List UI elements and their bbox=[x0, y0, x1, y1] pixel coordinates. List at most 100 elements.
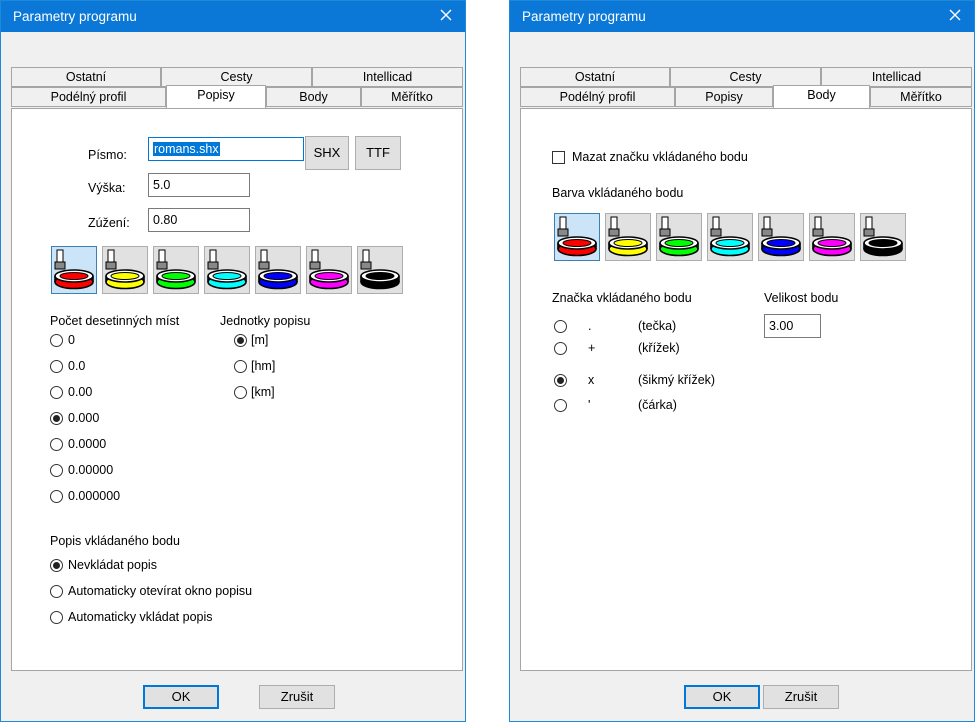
paint-bucket-icon bbox=[307, 249, 351, 296]
tab-intellicad[interactable]: Intellicad bbox=[312, 67, 463, 87]
color-swatch-black[interactable] bbox=[357, 246, 403, 294]
tab-meritko[interactable]: Měřítko bbox=[361, 87, 463, 107]
mark-symbol: + bbox=[588, 341, 596, 355]
narrow-input[interactable]: 0.80 bbox=[148, 208, 250, 232]
cancel-button[interactable]: Zrušit bbox=[259, 685, 335, 709]
mark-name[interactable]: (tečka) bbox=[638, 319, 676, 333]
narrow-label: Zúžení: bbox=[88, 216, 130, 230]
color-swatch-magenta[interactable] bbox=[809, 213, 855, 261]
decimal-option-radio[interactable] bbox=[50, 360, 63, 373]
decimal-option-label[interactable]: 0.0000 bbox=[68, 437, 106, 451]
mark-option-radio[interactable] bbox=[554, 320, 567, 333]
close-icon[interactable] bbox=[433, 4, 459, 28]
point-desc-option-radio[interactable] bbox=[50, 585, 63, 598]
color-swatch-blue[interactable] bbox=[758, 213, 804, 261]
paint-bucket-icon bbox=[810, 216, 854, 263]
paint-bucket-icon bbox=[555, 216, 599, 263]
unit-option-radio[interactable] bbox=[234, 360, 247, 373]
point-desc-option-label[interactable]: Nevkládat popis bbox=[68, 558, 157, 572]
mark-option-radio[interactable] bbox=[554, 342, 567, 355]
mark-option-radio[interactable] bbox=[554, 399, 567, 412]
decimal-option-radio[interactable] bbox=[50, 490, 63, 503]
size-input[interactable]: 3.00 bbox=[764, 314, 821, 338]
dialog-popisy: Parametry programu Ostatní Cesty Intelli… bbox=[0, 0, 466, 722]
tab-podelny-profil[interactable]: Podélný profil bbox=[11, 87, 166, 107]
dialog-body: Parametry programu Ostatní Cesty Intelli… bbox=[509, 0, 975, 722]
tab-popisy[interactable]: Popisy bbox=[166, 85, 266, 108]
tab-control: Ostatní Cesty Intellicad Podélný profil … bbox=[520, 67, 972, 671]
ok-button[interactable]: OK bbox=[684, 685, 760, 709]
decimal-option-radio[interactable] bbox=[50, 334, 63, 347]
decimal-option-label[interactable]: 0.000000 bbox=[68, 489, 120, 503]
paint-bucket-icon bbox=[52, 249, 96, 296]
color-swatch-yellow[interactable] bbox=[102, 246, 148, 294]
unit-option-label[interactable]: [km] bbox=[251, 385, 275, 399]
mark-symbol: ' bbox=[588, 398, 591, 412]
tab-podelny-profil[interactable]: Podélný profil bbox=[520, 87, 675, 107]
mark-symbol: . bbox=[588, 319, 592, 333]
tab-cesty[interactable]: Cesty bbox=[670, 67, 821, 87]
paint-bucket-icon bbox=[708, 216, 752, 263]
paint-bucket-icon bbox=[657, 216, 701, 263]
decimal-option-label[interactable]: 0 bbox=[68, 333, 75, 347]
unit-option-radio[interactable] bbox=[234, 386, 247, 399]
tab-body[interactable]: Body bbox=[266, 87, 361, 107]
paint-bucket-icon bbox=[103, 249, 147, 296]
point-desc-option-label[interactable]: Automaticky vkládat popis bbox=[68, 610, 213, 624]
decimal-option-label[interactable]: 0.000 bbox=[68, 411, 99, 425]
color-swatch-red[interactable] bbox=[51, 246, 97, 294]
erase-mark-label: Mazat značku vkládaného bodu bbox=[572, 150, 748, 164]
mark-name[interactable]: (křížek) bbox=[638, 341, 680, 355]
mark-name[interactable]: (šikmý křížek) bbox=[638, 373, 715, 387]
title-bar: Parametry programu bbox=[510, 1, 974, 32]
cancel-button[interactable]: Zrušit bbox=[763, 685, 839, 709]
tab-popisy[interactable]: Popisy bbox=[675, 87, 773, 107]
color-swatch-cyan[interactable] bbox=[204, 246, 250, 294]
decimal-option-radio[interactable] bbox=[50, 412, 63, 425]
mark-name[interactable]: (čárka) bbox=[638, 398, 677, 412]
color-swatch-blue[interactable] bbox=[255, 246, 301, 294]
shx-button[interactable]: SHX bbox=[305, 136, 349, 170]
tab-ostatni[interactable]: Ostatní bbox=[11, 67, 161, 87]
point-desc-option-radio[interactable] bbox=[50, 559, 63, 572]
font-input[interactable]: romans.shx bbox=[148, 137, 304, 161]
color-swatch-cyan[interactable] bbox=[707, 213, 753, 261]
color-swatch-green[interactable] bbox=[153, 246, 199, 294]
tab-panel-popisy: Písmo: romans.shx SHX TTF Výška: 5.0 Zúž… bbox=[11, 108, 463, 671]
paint-bucket-icon bbox=[358, 249, 402, 296]
unit-option-radio[interactable] bbox=[234, 334, 247, 347]
ttf-button[interactable]: TTF bbox=[355, 136, 401, 170]
close-icon[interactable] bbox=[942, 4, 968, 28]
ok-button[interactable]: OK bbox=[143, 685, 219, 709]
color-swatch-black[interactable] bbox=[860, 213, 906, 261]
paint-bucket-icon bbox=[205, 249, 249, 296]
decimal-option-radio[interactable] bbox=[50, 386, 63, 399]
decimal-option-label[interactable]: 0.00 bbox=[68, 385, 92, 399]
color-swatch-yellow[interactable] bbox=[605, 213, 651, 261]
color-swatch-magenta[interactable] bbox=[306, 246, 352, 294]
color-swatch-red[interactable] bbox=[554, 213, 600, 261]
decimal-option-label[interactable]: 0.00000 bbox=[68, 463, 113, 477]
decimals-label: Počet desetinných míst bbox=[50, 314, 180, 328]
height-input[interactable]: 5.0 bbox=[148, 173, 250, 197]
unit-option-label[interactable]: [m] bbox=[251, 333, 268, 347]
unit-option-label[interactable]: [hm] bbox=[251, 359, 275, 373]
point-desc-option-radio[interactable] bbox=[50, 611, 63, 624]
paint-bucket-icon bbox=[154, 249, 198, 296]
color-swatch-green[interactable] bbox=[656, 213, 702, 261]
tab-cesty[interactable]: Cesty bbox=[161, 67, 312, 87]
erase-mark-checkbox[interactable] bbox=[552, 151, 565, 164]
point-desc-option-label[interactable]: Automaticky otevírat okno popisu bbox=[68, 584, 252, 598]
decimal-option-label[interactable]: 0.0 bbox=[68, 359, 85, 373]
point-desc-label: Popis vkládaného bodu bbox=[50, 534, 180, 548]
tab-intellicad[interactable]: Intellicad bbox=[821, 67, 972, 87]
decimal-option-radio[interactable] bbox=[50, 438, 63, 451]
decimal-option-radio[interactable] bbox=[50, 464, 63, 477]
dialog-title: Parametry programu bbox=[13, 9, 137, 24]
tab-body[interactable]: Body bbox=[773, 85, 870, 108]
tab-ostatni[interactable]: Ostatní bbox=[520, 67, 670, 87]
tab-meritko[interactable]: Měřítko bbox=[870, 87, 972, 107]
size-label: Velikost bodu bbox=[764, 291, 839, 305]
paint-bucket-icon bbox=[606, 216, 650, 263]
mark-option-radio[interactable] bbox=[554, 374, 567, 387]
